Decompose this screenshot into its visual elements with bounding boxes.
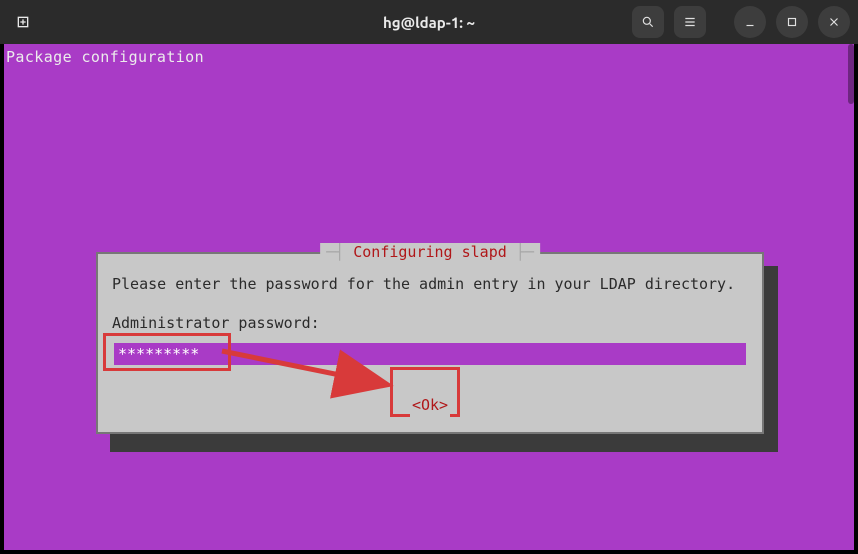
title-bar-left xyxy=(8,7,38,37)
title-bar-right xyxy=(632,6,850,38)
close-icon xyxy=(827,15,841,29)
password-input[interactable]: ********* xyxy=(114,343,746,365)
menu-button[interactable] xyxy=(674,6,706,38)
search-icon xyxy=(641,15,655,29)
password-field-label: Administrator password: xyxy=(112,309,748,338)
minimize-button[interactable] xyxy=(734,6,766,38)
dialog-title: ─┤ Configuring slapd ├─ xyxy=(320,243,540,261)
ok-button[interactable]: <Ok> xyxy=(410,391,450,420)
dialog-title-text: Configuring slapd xyxy=(353,243,507,261)
new-tab-button[interactable] xyxy=(8,7,38,37)
package-config-header: Package configuration xyxy=(6,48,204,66)
debconf-dialog: ─┤ Configuring slapd ├─ Please enter the… xyxy=(96,252,764,434)
dialog-prompt-line: Please enter the password for the admin … xyxy=(112,270,748,299)
maximize-button[interactable] xyxy=(776,6,808,38)
terminal-scrollbar[interactable] xyxy=(848,44,854,550)
password-mask-text: ********* xyxy=(118,340,199,369)
minimize-icon xyxy=(743,15,757,29)
hamburger-icon xyxy=(683,15,697,29)
close-button[interactable] xyxy=(818,6,850,38)
search-button[interactable] xyxy=(632,6,664,38)
scrollbar-thumb[interactable] xyxy=(848,44,854,104)
title-bar: hg@ldap-1: ~ xyxy=(0,0,858,44)
maximize-icon xyxy=(785,15,799,29)
terminal[interactable]: Package configuration ─┤ Configuring sla… xyxy=(4,44,854,550)
new-tab-icon xyxy=(15,14,31,30)
